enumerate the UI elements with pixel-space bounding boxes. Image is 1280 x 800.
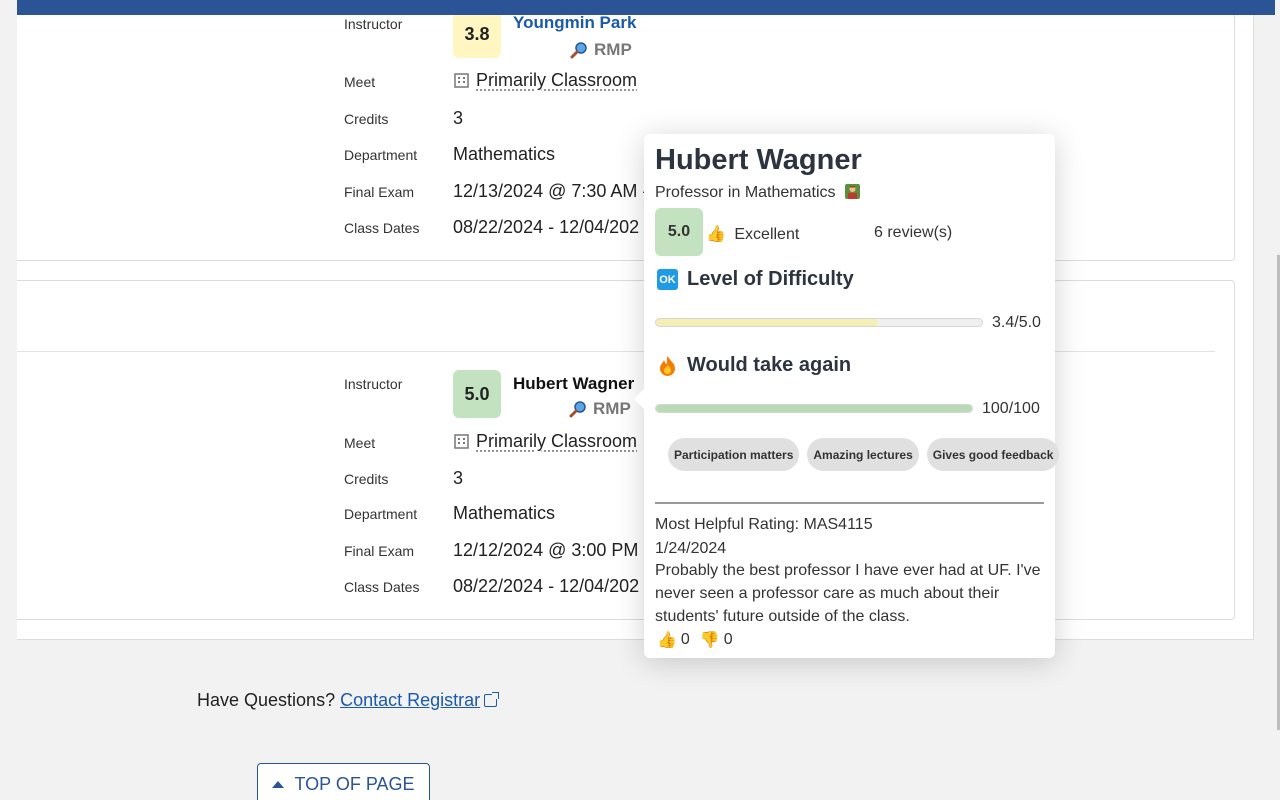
rmp-label: RMP (594, 40, 632, 59)
popup-professor-name: Hubert Wagner (655, 144, 862, 176)
popup-quality: 👍 Excellent (706, 224, 799, 244)
vote-row: 👍 0 👎 0 (657, 630, 733, 650)
class-dates-value: 08/22/2024 - 12/04/202 (453, 576, 640, 596)
contact-registrar-label[interactable]: Contact Registrar (340, 690, 480, 710)
magnifier-icon (569, 401, 586, 418)
department-value: Mathematics (453, 144, 556, 164)
building-icon (454, 73, 469, 88)
difficulty-title: Level of Difficulty (687, 268, 854, 290)
difficulty-bar (655, 318, 983, 327)
credits-value: 3 (453, 468, 464, 488)
tag-chip: Participation matters (668, 438, 800, 471)
popup-quality-text: Excellent (734, 226, 800, 243)
thumbs-up-count: 0 (680, 631, 690, 648)
popup-subtitle: Professor in Mathematics (655, 183, 861, 202)
contact-registrar-link[interactable]: Contact Registrar (340, 690, 500, 710)
take-again-bar-fill (656, 405, 972, 412)
external-link-icon (484, 692, 500, 707)
department-label: Department (344, 506, 418, 522)
class-dates-label: Class Dates (344, 579, 420, 595)
instructor-name-link[interactable]: Hubert Wagner (513, 374, 634, 394)
helpful-rating-comment: Probably the best professor I have ever … (655, 562, 1041, 625)
popup-divider (655, 502, 1044, 504)
credits-value: 3 (453, 108, 464, 128)
difficulty-bar-fill (656, 319, 878, 326)
popup-subtitle-text: Professor in Mathematics (655, 184, 836, 201)
department-label: Department (344, 147, 418, 163)
meet-label: Meet (344, 435, 376, 451)
instructor-rating-badge[interactable]: 3.8 (453, 10, 501, 58)
questions-row: Have Questions? Contact Registrar (197, 690, 500, 711)
department-value: Mathematics (453, 503, 556, 523)
class-dates-label: Class Dates (344, 220, 420, 236)
header-bar (17, 0, 1275, 15)
thumbs-up-icon: 👍 (706, 226, 726, 243)
take-again-value: 100/100 (982, 400, 1040, 417)
tag-list: Participation matters Amazing lectures G… (668, 438, 1060, 471)
credits-label: Credits (344, 111, 389, 127)
difficulty-value: 3.4/5.0 (992, 314, 1041, 331)
thumbs-up-icon: 👍 (657, 632, 677, 649)
meet-value[interactable]: Primarily Classroom (453, 70, 637, 91)
rmp-popup: Hubert Wagner Professor in Mathematics 5… (634, 134, 1060, 658)
rmp-label: RMP (593, 399, 631, 418)
magnifier-icon (570, 42, 587, 59)
rmp-link[interactable]: RMP (569, 399, 631, 419)
caret-up-icon (272, 780, 285, 788)
meet-label: Meet (344, 74, 376, 90)
credits-label: Credits (344, 471, 389, 487)
questions-text: Have Questions? (197, 690, 336, 710)
meet-value[interactable]: Primarily Classroom (453, 431, 637, 452)
final-exam-label: Final Exam (344, 184, 415, 200)
tag-chip: Amazing lectures (807, 438, 919, 471)
building-icon (454, 434, 469, 449)
top-of-page-label: TOP OF PAGE (294, 773, 415, 794)
fire-icon (657, 355, 678, 376)
take-again-heading: Would take again (657, 354, 851, 377)
final-exam-value: 12/12/2024 @ 3:00 PM - (453, 540, 650, 560)
meet-value-text[interactable]: Primarily Classroom (476, 431, 637, 451)
instructor-name-link[interactable]: Youngmin Park (513, 13, 636, 33)
take-again-title: Would take again (687, 354, 852, 376)
thumbs-down-count: 0 (723, 631, 733, 648)
helpful-rating-date: 1/24/2024 (655, 540, 727, 557)
tag-chip: Gives good feedback (926, 438, 1060, 471)
instructor-label: Instructor (344, 16, 403, 32)
difficulty-heading: OK Level of Difficulty (657, 268, 854, 291)
instructor-label: Instructor (344, 376, 403, 392)
meet-value-text[interactable]: Primarily Classroom (476, 70, 637, 90)
popup-score-badge: 5.0 (655, 208, 703, 256)
thumbs-down-icon: 👎 (699, 632, 720, 649)
top-of-page-button[interactable]: TOP OF PAGE (257, 763, 430, 800)
scrollbar-track[interactable] (1276, 0, 1280, 800)
instructor-rating-badge[interactable]: 5.0 (453, 370, 501, 418)
helpful-rating-label: Most Helpful Rating: MAS4115 (655, 516, 873, 533)
teacher-icon (844, 184, 860, 199)
final-exam-value: 12/13/2024 @ 7:30 AM - (453, 181, 649, 201)
popup-review-count[interactable]: 6 review(s) (874, 224, 952, 242)
ok-icon: OK (657, 269, 678, 290)
take-again-bar (655, 404, 973, 413)
class-dates-value: 08/22/2024 - 12/04/202 (453, 217, 640, 237)
rmp-link[interactable]: RMP (570, 40, 632, 60)
final-exam-label: Final Exam (344, 543, 415, 559)
